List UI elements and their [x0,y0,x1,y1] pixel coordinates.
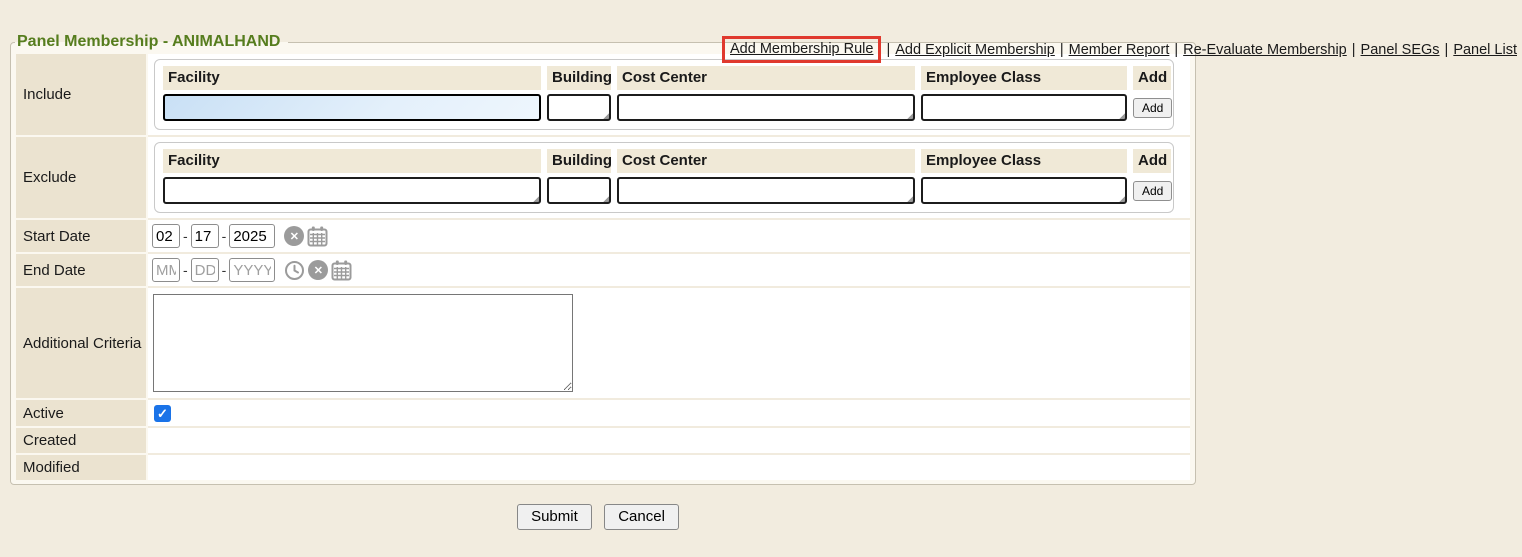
active-checkbox[interactable] [154,405,171,422]
end-date-group: - - [152,256,352,284]
end-date-clear-icon[interactable] [308,260,328,280]
include-rule-box: Facility Building Cost Center Employee C… [154,59,1174,130]
modified-value [152,457,1186,478]
include-employee-class-input[interactable] [921,94,1127,121]
exclude-employee-class-input[interactable] [921,177,1127,204]
start-date-year-input[interactable] [229,224,275,248]
nav-separator: | [1352,42,1356,58]
nav-link-add-explicit-membership[interactable]: Add Explicit Membership [895,42,1055,58]
date-dash: - [222,262,227,278]
created-label: Created [16,428,148,455]
nav-link-member-report[interactable]: Member Report [1069,42,1170,58]
exclude-cost-center-input[interactable] [617,177,915,204]
exclude-col-cost-center: Cost Center [617,149,915,173]
end-date-calendar-icon[interactable] [331,260,352,281]
include-facility-input[interactable] [163,94,541,121]
include-label: Include [16,54,148,137]
top-nav: Add Membership Rule | Add Explicit Membe… [722,36,1517,63]
end-date-label: End Date [16,254,148,288]
end-date-clock-icon[interactable] [284,260,305,281]
active-label: Active [16,400,148,428]
annotation-highlight-box: Add Membership Rule [722,36,881,63]
include-building-input[interactable] [547,94,611,121]
exclude-label: Exclude [16,137,148,220]
active-row: Active [16,400,1190,428]
nav-link-panel-list[interactable]: Panel List [1453,42,1517,58]
exclude-facility-input[interactable] [163,177,541,204]
date-dash: - [222,228,227,244]
date-dash: - [183,262,188,278]
created-value [152,430,1186,451]
created-row: Created [16,428,1190,455]
include-col-employee-class: Employee Class [921,66,1127,90]
nav-separator: | [1174,42,1178,58]
include-row: Include Facility Building Cost Center Em… [16,54,1190,137]
additional-criteria-row: Additional Criteria [16,288,1190,400]
panel-membership-fieldset: Panel Membership - ANIMALHAND Include Fa… [10,33,1196,485]
include-cost-center-input[interactable] [617,94,915,121]
nav-separator: | [1060,42,1064,58]
exclude-add-button[interactable]: Add [1133,181,1172,201]
exclude-rule-box: Facility Building Cost Center Employee C… [154,142,1174,213]
modified-row: Modified [16,455,1190,480]
include-col-facility: Facility [163,66,541,90]
nav-separator: | [1445,42,1449,58]
nav-link-re-evaluate-membership[interactable]: Re-Evaluate Membership [1183,42,1347,58]
additional-criteria-label: Additional Criteria [16,288,148,400]
include-col-building: Building [547,66,611,90]
start-date-group: - - [152,222,328,250]
modified-label: Modified [16,455,148,480]
nav-link-add-membership-rule[interactable]: Add Membership Rule [730,41,873,57]
exclude-col-employee-class: Employee Class [921,149,1127,173]
submit-button[interactable]: Submit [517,504,592,530]
membership-form-table: Include Facility Building Cost Center Em… [16,54,1190,480]
exclude-row: Exclude Facility Building Cost Center Em… [16,137,1190,220]
additional-criteria-textarea[interactable] [153,294,573,392]
form-actions: Submit Cancel [0,504,1196,530]
start-date-clear-icon[interactable] [284,226,304,246]
end-date-year-input[interactable] [229,258,275,282]
start-date-calendar-icon[interactable] [307,226,328,247]
end-date-row: End Date - - [16,254,1190,288]
end-date-day-input[interactable] [191,258,219,282]
exclude-col-facility: Facility [163,149,541,173]
nav-link-panel-segs[interactable]: Panel SEGs [1361,42,1440,58]
end-date-month-input[interactable] [152,258,180,282]
start-date-day-input[interactable] [191,224,219,248]
date-dash: - [183,228,188,244]
exclude-col-building: Building [547,149,611,173]
cancel-button[interactable]: Cancel [604,504,679,530]
start-date-label: Start Date [16,220,148,254]
include-col-add: Add [1133,66,1171,90]
start-date-row: Start Date - - [16,220,1190,254]
exclude-building-input[interactable] [547,177,611,204]
page-title: Panel Membership - ANIMALHAND [15,33,288,51]
start-date-month-input[interactable] [152,224,180,248]
include-col-cost-center: Cost Center [617,66,915,90]
include-add-button[interactable]: Add [1133,98,1172,118]
nav-separator: | [886,42,890,58]
exclude-col-add: Add [1133,149,1171,173]
